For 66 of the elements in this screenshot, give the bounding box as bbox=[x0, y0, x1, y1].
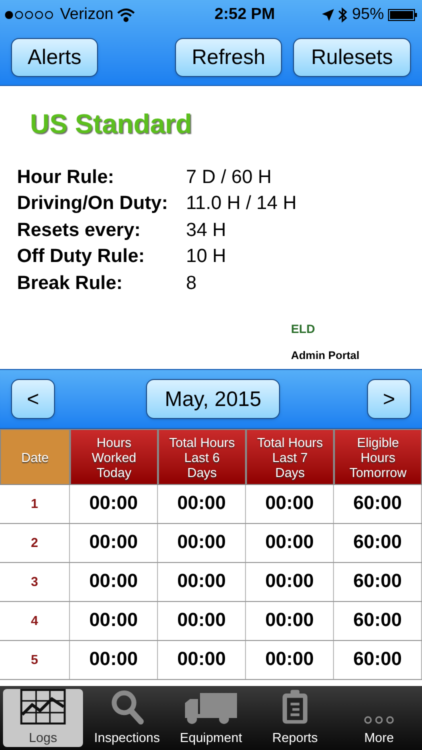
column-header: Date bbox=[0, 429, 70, 485]
rule-value: 8 bbox=[186, 272, 197, 296]
table-cell: 00:00 bbox=[70, 602, 158, 640]
tab-bar-item[interactable]: Equipment bbox=[171, 689, 251, 747]
nav-button[interactable]: Refresh bbox=[175, 38, 282, 77]
month-button[interactable]: May, 2015 bbox=[146, 379, 280, 419]
rule-value: 34 H bbox=[186, 218, 226, 242]
battery-icon bbox=[388, 8, 418, 22]
rule-label: Break Rule: bbox=[17, 272, 124, 296]
table-cell: 00:00 bbox=[70, 563, 158, 601]
table-cell: 2 bbox=[0, 524, 70, 562]
table-cell: 00:00 bbox=[246, 641, 334, 679]
search-icon bbox=[110, 689, 144, 724]
column-header: Total Hours Last 6 Days bbox=[158, 429, 246, 485]
rule-value: 10 H bbox=[186, 245, 226, 269]
ruleset-title: US Standard bbox=[30, 108, 192, 141]
table-cell: 00:00 bbox=[158, 602, 246, 640]
truck-icon bbox=[184, 690, 238, 724]
nav-button[interactable]: Alerts bbox=[11, 38, 98, 77]
wifi-icon bbox=[117, 8, 136, 22]
tab-bar-item[interactable]: More bbox=[339, 689, 419, 747]
column-header: Total Hours Last 7 Days bbox=[246, 429, 334, 485]
status-time: 2:52 PM bbox=[214, 5, 275, 25]
table-cell: 4 bbox=[0, 602, 70, 640]
column-header: Eligible Hours Tomorrow bbox=[334, 429, 422, 485]
rule-value: 7 D / 60 H bbox=[186, 166, 272, 190]
tab-bar-item[interactable]: Reports bbox=[255, 689, 335, 747]
table-cell: 1 bbox=[0, 485, 70, 523]
rule-label: Off Duty Rule: bbox=[17, 245, 146, 269]
battery-percent: 95% bbox=[352, 5, 384, 25]
table-cell: 00:00 bbox=[246, 524, 334, 562]
carrier-name: Verizon bbox=[60, 5, 114, 25]
column-header: Hours Worked Today bbox=[70, 429, 158, 485]
table-cell: 3 bbox=[0, 563, 70, 601]
table-cell: 60:00 bbox=[334, 563, 422, 601]
table-cell: 00:00 bbox=[70, 524, 158, 562]
table-cell: 00:00 bbox=[246, 602, 334, 640]
table-cell: 00:00 bbox=[158, 485, 246, 523]
table-cell: 00:00 bbox=[246, 485, 334, 523]
rule-label: Resets every: bbox=[17, 218, 142, 242]
signal-icon bbox=[4, 10, 56, 20]
table-cell: 00:00 bbox=[246, 563, 334, 601]
rule-label: Hour Rule: bbox=[17, 166, 116, 190]
rule-label: Driving/On Duty: bbox=[17, 192, 169, 216]
nav-button[interactable]: Rulesets bbox=[293, 38, 411, 77]
table-cell: 60:00 bbox=[334, 641, 422, 679]
table-cell: 00:00 bbox=[158, 641, 246, 679]
location-icon bbox=[322, 9, 334, 21]
table-cell: 00:00 bbox=[158, 563, 246, 601]
next-month-button[interactable]: > bbox=[367, 379, 411, 419]
rule-value: 11.0 H / 14 H bbox=[186, 192, 297, 216]
tab-bar-item[interactable]: Logs bbox=[3, 689, 83, 747]
chart-icon bbox=[20, 689, 66, 724]
previous-month-button[interactable]: < bbox=[11, 379, 55, 419]
table-cell: 60:00 bbox=[334, 524, 422, 562]
table-cell: 00:00 bbox=[158, 524, 246, 562]
more-icon bbox=[363, 714, 395, 724]
table-cell: 00:00 bbox=[70, 641, 158, 679]
admin-portal-link[interactable]: Admin Portal bbox=[291, 348, 360, 364]
table-cell: 60:00 bbox=[334, 485, 422, 523]
bluetooth-icon bbox=[338, 7, 348, 23]
table-cell: 00:00 bbox=[70, 485, 158, 523]
tab-bar-item[interactable]: Inspections bbox=[87, 689, 167, 747]
table-cell: 60:00 bbox=[334, 602, 422, 640]
table-cell: 5 bbox=[0, 641, 70, 679]
eld-link[interactable]: ELD bbox=[291, 320, 315, 338]
